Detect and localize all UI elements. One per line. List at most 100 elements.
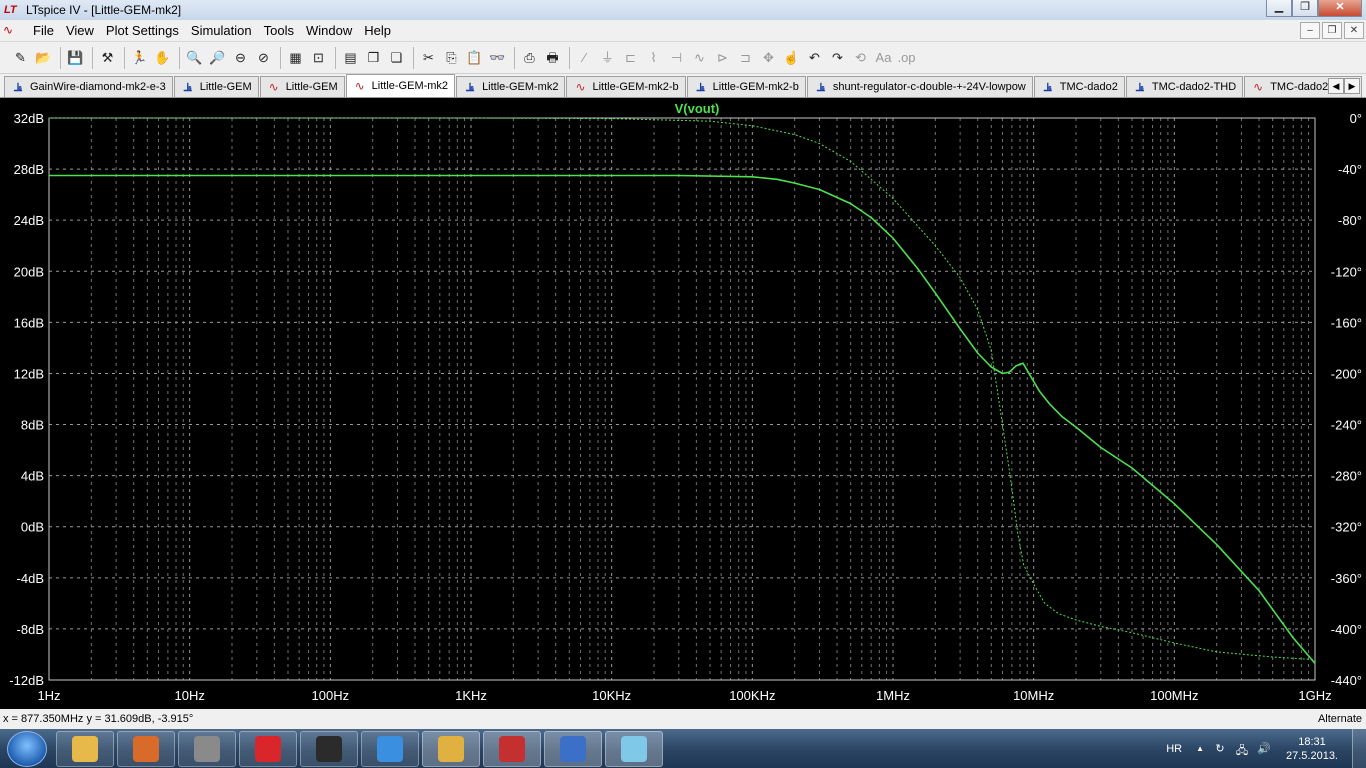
start-button[interactable] (7, 730, 47, 767)
save-icon[interactable]: 💾 (65, 47, 86, 69)
tab-label: GainWire-diamond-mk2-e-3 (30, 81, 166, 93)
autorange-icon[interactable]: ▦ (285, 47, 306, 69)
tab-little-gem-mk2-b[interactable]: ⫡ Little-GEM-mk2-b (686, 76, 806, 97)
scope-app[interactable] (300, 730, 358, 767)
find-icon[interactable]: 👓 (487, 47, 508, 69)
y-right-tick-label: -320° (1331, 520, 1362, 535)
resistor-icon[interactable]: ⌇ (643, 47, 664, 69)
zoom-area-icon[interactable]: 🔎 (207, 47, 228, 69)
open-icon[interactable]: 📂 (33, 47, 54, 69)
tab-scroll-right-icon[interactable]: ▶ (1344, 78, 1360, 94)
schematic-icon: ⫡ (696, 79, 705, 94)
redo-icon[interactable]: ↷ (827, 47, 848, 69)
menu-view[interactable]: View (60, 23, 100, 38)
mail-app[interactable] (422, 730, 480, 767)
mdi-minimize-button[interactable]: – (1300, 22, 1320, 39)
language-indicator[interactable]: HR (1166, 743, 1182, 755)
explorer-app[interactable] (56, 730, 114, 767)
mdi-close-button[interactable]: ✕ (1344, 22, 1364, 39)
tab-little-gem[interactable]: ⫡ Little-GEM (173, 76, 259, 97)
tab-little-gem[interactable]: ∿ Little-GEM (259, 76, 345, 97)
toolbar-separator (92, 46, 93, 69)
tab-little-gem-mk2[interactable]: ⫡ Little-GEM-mk2 (456, 76, 566, 97)
plot-document-icon[interactable]: ∿ (3, 23, 21, 39)
cut-icon[interactable]: ✂ (418, 47, 439, 69)
y-left-tick-label: 12dB (14, 366, 44, 381)
run-icon[interactable]: 🏃 (129, 47, 150, 69)
close-all-icon[interactable]: ❏ (386, 47, 407, 69)
copy-icon[interactable]: ⎘ (441, 47, 462, 69)
security-app[interactable] (239, 730, 297, 767)
volume-icon[interactable]: 🔊 (1256, 742, 1272, 756)
inductor-icon[interactable]: ∿ (689, 47, 710, 69)
plot-pane[interactable]: 1Hz 10Hz 100Hz 1KHz 10KHz 100KHz 1MHz 10MHz 100M… (0, 98, 1366, 709)
show-hidden-icons-icon[interactable]: ▲ (1196, 744, 1204, 753)
y-right-tick-label: -200° (1331, 366, 1362, 381)
maximize-button[interactable]: ❐ (1292, 0, 1318, 17)
menu-help[interactable]: Help (358, 23, 397, 38)
tab-scroll-left-icon[interactable]: ◀ (1328, 78, 1344, 94)
update-icon[interactable]: ↻ (1212, 742, 1228, 756)
tab-scroll: ◀ ▶ (1328, 78, 1360, 94)
minimize-button[interactable]: ▁ (1266, 0, 1292, 17)
zoom-out-icon[interactable]: ⊖ (230, 47, 251, 69)
trace-label[interactable]: V(vout) (675, 101, 720, 116)
ie-app[interactable] (361, 730, 419, 767)
control-panel-icon[interactable]: ⚒ (97, 47, 118, 69)
magnitude-trace (49, 174, 1316, 664)
diode-icon[interactable]: ⊳ (712, 47, 733, 69)
menu-window[interactable]: Window (300, 23, 358, 38)
paste-icon[interactable]: 📋 (464, 47, 485, 69)
zoom-in-icon[interactable]: 🔍 (184, 47, 205, 69)
cascade-icon[interactable]: ❐ (363, 47, 384, 69)
tab-tmc-dado2[interactable]: ⫡ TMC-dado2 (1033, 76, 1125, 97)
mdi-controls: – ❐ ✕ (1298, 22, 1364, 39)
show-desktop-button[interactable] (1352, 729, 1366, 768)
zoom-cancel-icon[interactable]: ⊘ (253, 47, 274, 69)
rotate-icon[interactable]: ⟲ (850, 47, 871, 69)
installer-app[interactable] (117, 730, 175, 767)
label-icon[interactable]: ⊏ (620, 47, 641, 69)
paint-app[interactable] (605, 730, 663, 767)
ground-icon[interactable]: ⏚ (597, 47, 618, 69)
fit-icon[interactable]: ⊡ (308, 47, 329, 69)
network-icon[interactable]: 🖧 (1234, 742, 1250, 757)
tab-little-gem-mk2-b[interactable]: ∿ Little-GEM-mk2-b (566, 76, 686, 97)
toolbar-separator (569, 46, 570, 69)
menu-bar: ∿ File View Plot Settings Simulation Tools Wi… (0, 20, 1366, 42)
clock[interactable]: 18:31 27.5.2013. (1286, 735, 1338, 763)
tab-tmc-dado2-thd[interactable]: ⫡ TMC-dado2-THD (1125, 76, 1244, 97)
document-tab-bar: ⫡ GainWire-diamond-mk2-e-3 ⫡ Little-GEM ∿ Lit… (0, 74, 1366, 98)
tab-gainwire-diamond-mk2-e-3[interactable]: ⫡ GainWire-diamond-mk2-e-3 (4, 76, 173, 97)
spice-directive-icon[interactable]: .op (896, 47, 917, 69)
undo-icon[interactable]: ↶ (804, 47, 825, 69)
text-icon[interactable]: Aa (873, 47, 894, 69)
close-button[interactable]: ✕ (1318, 0, 1362, 17)
word-app[interactable] (544, 730, 602, 767)
new-schematic-icon[interactable]: ✎ (10, 47, 31, 69)
drag-icon[interactable]: ☝ (781, 47, 802, 69)
component-icon[interactable]: ⊐ (735, 47, 756, 69)
menu-tools[interactable]: Tools (258, 23, 300, 38)
status-mode: Alternate (1317, 713, 1362, 725)
bode-plot[interactable]: 1Hz 10Hz 100Hz 1KHz 10KHz 100KHz 1MHz 10MHz 100M… (0, 98, 1366, 709)
wire-icon[interactable]: ∕ (574, 47, 595, 69)
device-app[interactable] (178, 730, 236, 767)
menu-plot-settings[interactable]: Plot Settings (100, 23, 185, 38)
paint-app-icon (621, 735, 647, 762)
mdi-restore-button[interactable]: ❐ (1322, 22, 1342, 39)
print-icon[interactable]: 🖶 (542, 47, 563, 69)
menu-simulation[interactable]: Simulation (185, 23, 258, 38)
tile-horizontal-icon[interactable]: ▤ (340, 47, 361, 69)
print-preview-icon[interactable]: ⎙ (519, 47, 540, 69)
tab-shunt-regulator-c-double-24v-lowpow[interactable]: ⫡ shunt-regulator-c-double-+-24V-lowpow (806, 76, 1033, 97)
move-icon[interactable]: ✥ (758, 47, 779, 69)
tab-little-gem-mk2[interactable]: ∿ Little-GEM-mk2 (345, 74, 456, 97)
ltspice-app[interactable] (483, 730, 541, 767)
capacitor-icon[interactable]: ⊣ (666, 47, 687, 69)
menu-file[interactable]: File (27, 23, 60, 38)
halt-icon[interactable]: ✋ (152, 47, 173, 69)
ltspice-logo-icon: LT (4, 4, 17, 16)
mail-app-icon (438, 735, 464, 762)
x-tick-label: 100Hz (312, 688, 350, 703)
